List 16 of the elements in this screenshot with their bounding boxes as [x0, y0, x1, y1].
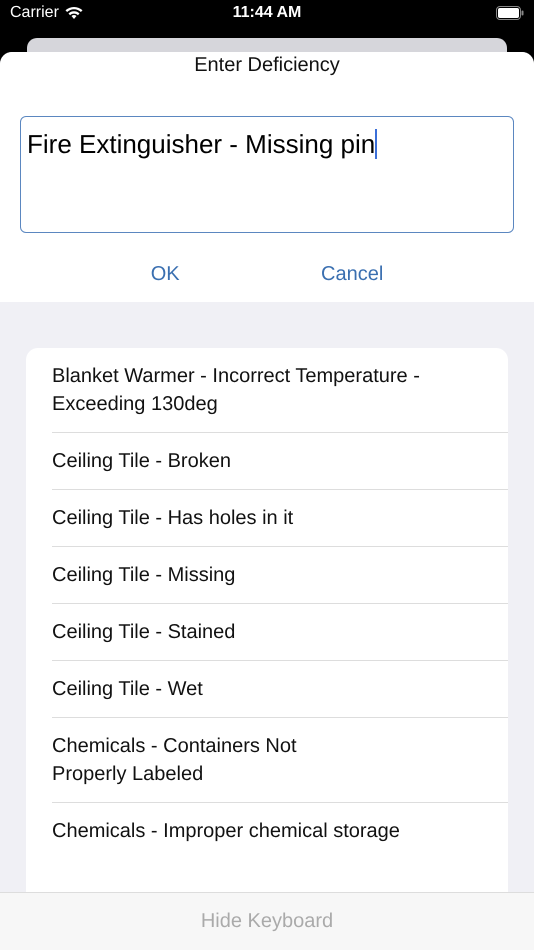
cancel-button[interactable]: Cancel [317, 261, 388, 288]
list-item[interactable]: Ceiling Tile - Has holes in it [52, 504, 294, 532]
list-item[interactable]: Chemicals - Improper chemical storage [52, 817, 400, 845]
wifi-icon [64, 6, 83, 20]
dialog-title: Enter Deficiency [193, 54, 341, 78]
ok-button[interactable]: OK [146, 261, 184, 288]
clock-time: 11:44 AM [232, 4, 302, 22]
battery-icon [496, 6, 524, 20]
input-field[interactable]: Fire Extinguisher - Missing pin [20, 116, 514, 233]
list-item[interactable]: Blanket Warmer - Incorrect Temperature - Exceeding 130deg [52, 362, 478, 418]
carrier-label: Carrier [10, 4, 83, 22]
list-item[interactable]: Ceiling Tile - Stained [52, 618, 236, 646]
list-item[interactable]: Ceiling Tile - Missing [52, 561, 236, 589]
list-item[interactable]: Ceiling Tile - Wet [52, 675, 203, 703]
list-item[interactable]: Ceiling Tile - Broken [52, 447, 231, 475]
list-item[interactable]: Chemicals - Containers Not Properly Labeled [52, 732, 297, 788]
